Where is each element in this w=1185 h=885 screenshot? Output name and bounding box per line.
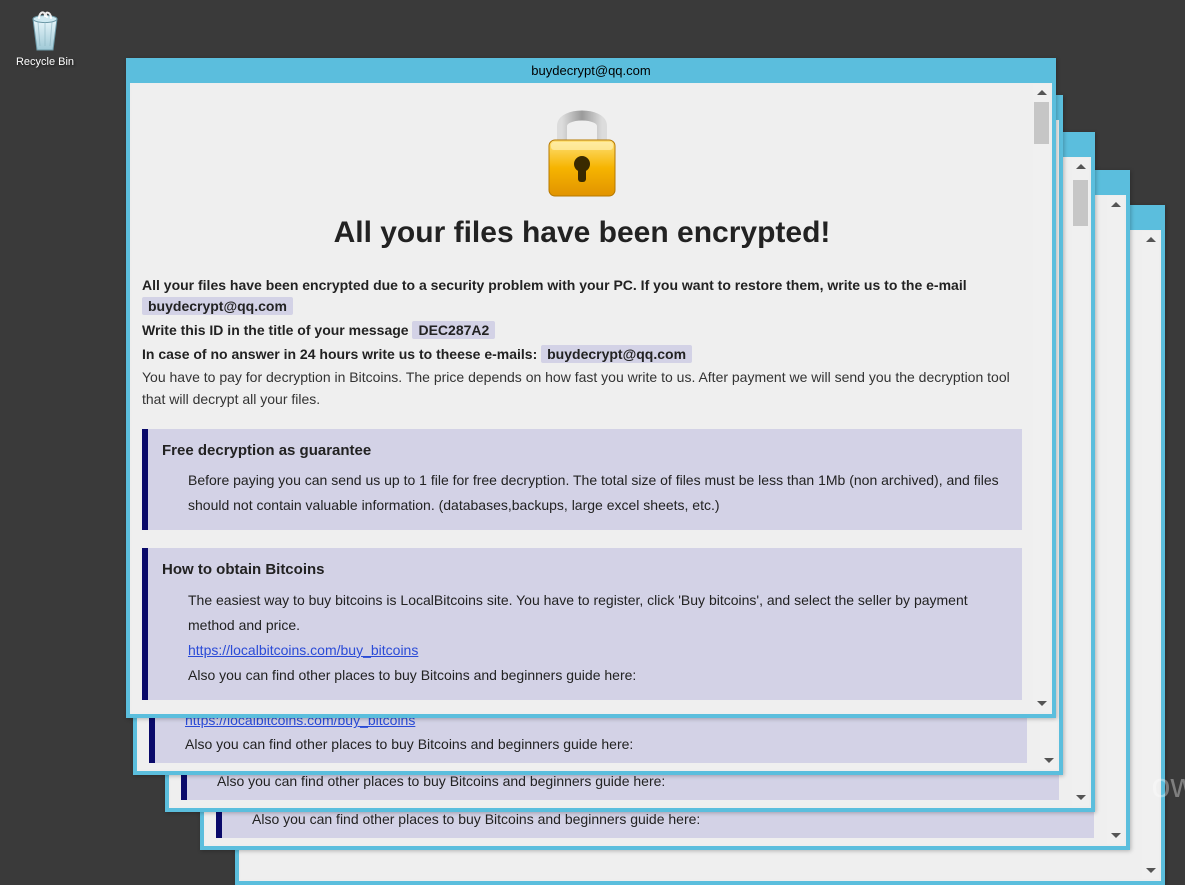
recycle-bin-icon [21,6,69,54]
recycle-bin-desktop-icon[interactable]: Recycle Bin [10,6,80,68]
scrollbar[interactable] [1072,158,1089,806]
ransom-window-front[interactable]: buydecrypt@qq.com [126,58,1056,718]
noanswer-paragraph: In case of no answer in 24 hours write u… [142,344,1022,366]
lock-icon [142,94,1022,204]
localbitcoins-link[interactable]: https://localbitcoins.com/buy_bitcoins [188,642,418,658]
scroll-up-button[interactable] [1107,196,1124,213]
scroll-thumb[interactable] [1073,180,1088,226]
contact-email-1: buydecrypt@qq.com [142,297,293,315]
window-title: buydecrypt@qq.com [130,60,1052,83]
intro-paragraph: All your files have been encrypted due t… [142,275,1022,318]
howto-text-2: Also you can find other places to buy Bi… [188,667,636,683]
howto-block: How to obtain Bitcoins The easiest way t… [142,548,1022,700]
scroll-up-button[interactable] [1033,84,1050,101]
howto-text-1: The easiest way to buy bitcoins is Local… [188,592,968,633]
guarantee-title: Free decryption as guarantee [162,439,1004,462]
howto-title: How to obtain Bitcoins [162,558,1004,581]
noanswer-text: In case of no answer in 24 hours write u… [142,346,541,362]
scroll-down-button[interactable] [1040,752,1057,769]
scrollbar[interactable] [1107,196,1124,844]
scroll-down-button[interactable] [1072,789,1089,806]
intro-text: All your files have been encrypted due t… [142,277,967,293]
frag-also-text: Also you can find other places to buy Bi… [185,736,633,752]
ransom-content: All your files have been encrypted! All … [142,90,1022,706]
scroll-down-button[interactable] [1142,862,1159,879]
headline: All your files have been encrypted! [142,210,1022,257]
scroll-thumb[interactable] [1034,102,1049,144]
message-id: DEC287A2 [412,321,495,339]
id-paragraph: Write this ID in the title of your messa… [142,320,1022,342]
scroll-down-button[interactable] [1107,827,1124,844]
guarantee-text: Before paying you can send us up to 1 fi… [162,468,1004,518]
scroll-down-button[interactable] [1033,695,1050,712]
payment-paragraph: You have to pay for decryption in Bitcoi… [142,367,1022,410]
id-line-text: Write this ID in the title of your messa… [142,322,412,338]
frag-also-text: Also you can find other places to buy Bi… [252,811,700,827]
scrollbar[interactable] [1142,231,1159,879]
scroll-up-button[interactable] [1072,158,1089,175]
recycle-bin-label: Recycle Bin [10,56,80,68]
scrollbar[interactable] [1033,84,1050,712]
guarantee-block: Free decryption as guarantee Before payi… [142,429,1022,531]
contact-email-2: buydecrypt@qq.com [541,345,692,363]
frag-also-text: Also you can find other places to buy Bi… [217,773,665,789]
scroll-up-button[interactable] [1142,231,1159,248]
